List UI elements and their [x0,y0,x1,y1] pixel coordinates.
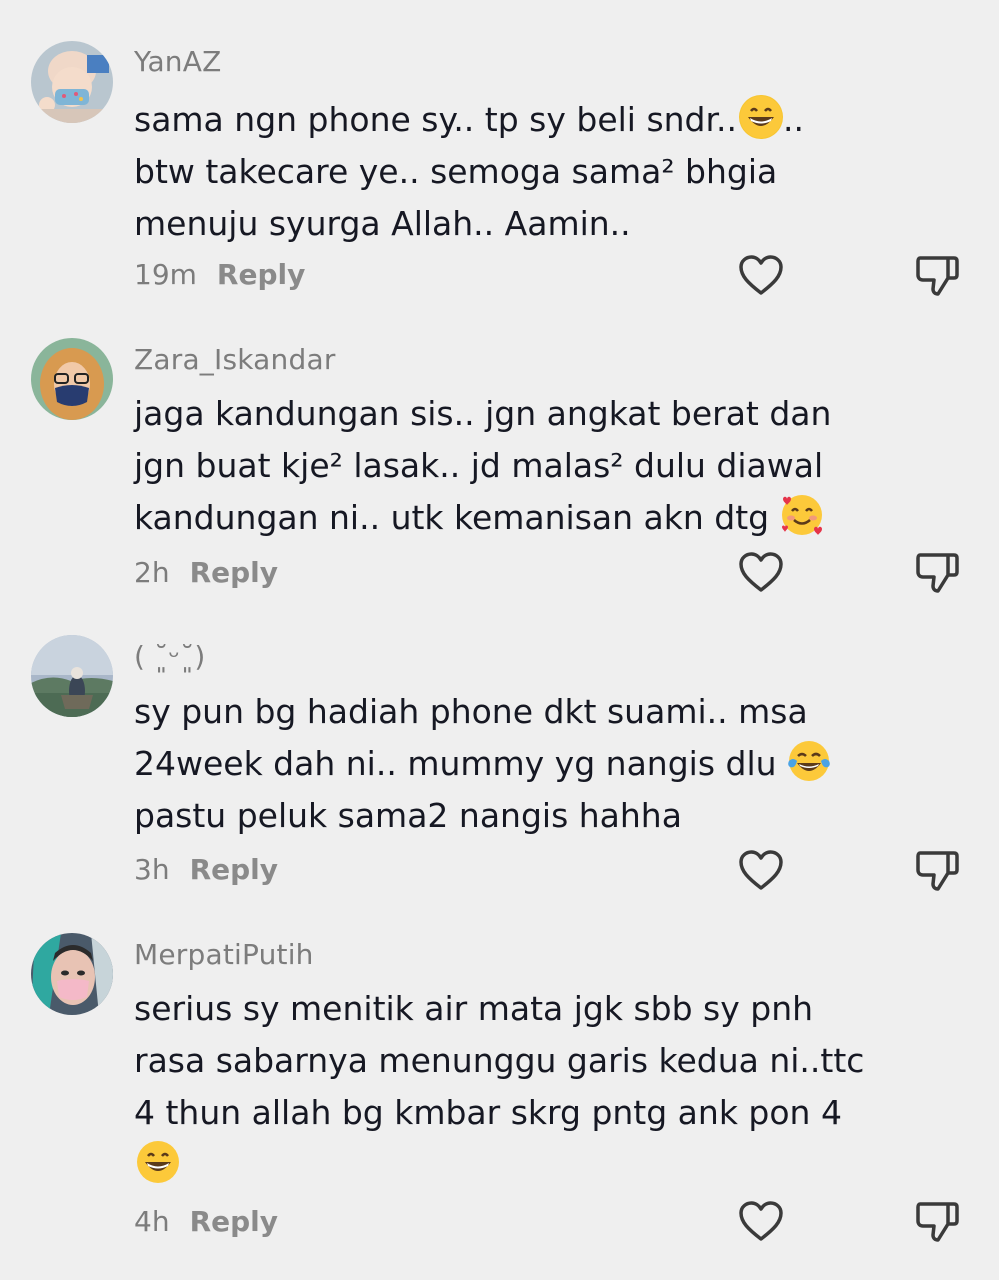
grinning-face-emoji [136,1140,180,1184]
comment-line-suffix: .. [783,100,805,139]
comment-line: jgn buat kje² lasak.. jd malas² dulu dia… [134,446,824,485]
comment-line: 24week dah ni.. mummy yg nangis dlu [134,744,788,783]
heart-outline-icon[interactable] [738,849,784,891]
comment-meta: 19m Reply [134,258,305,291]
username[interactable]: YanAZ [134,45,222,78]
thumbs-down-outline-icon[interactable] [914,252,960,298]
reply-button[interactable]: Reply [190,556,278,589]
comment-line: menuju syurga Allah.. Aamin.. [134,204,631,243]
avatar[interactable] [31,635,113,717]
comment-line: sy pun bg hadiah phone dkt suami.. msa [134,692,808,731]
timestamp: 4h [134,1205,170,1238]
comment-meta: 4h Reply [134,1205,278,1238]
comment-text: sama ngn phone sy.. tp sy beli sndr.. ..… [134,94,894,250]
heart-outline-icon[interactable] [738,551,784,593]
reply-button[interactable]: Reply [190,1205,278,1238]
comment-line: jaga kandungan sis.. jgn angkat berat da… [134,394,832,433]
comment-line: rasa sabarnya menunggu garis kedua ni..t… [134,1041,865,1080]
username[interactable]: Zara_Iskandar [134,343,336,376]
thumbs-down-outline-icon[interactable] [914,847,960,893]
comment-line: sama ngn phone sy.. tp sy beli sndr.. [134,100,738,139]
avatar[interactable] [31,933,113,1015]
comment-line: kandungan ni.. utk kemanisan akn dtg [134,498,780,537]
comment-text: jaga kandungan sis.. jgn angkat berat da… [134,388,894,544]
avatar[interactable] [31,41,113,123]
comment-line: 4 thun allah bg kmbar skrg pntg ank pon … [134,1093,842,1132]
reply-button[interactable]: Reply [217,258,305,291]
comment-line: btw takecare ye.. semoga sama² bhgia [134,152,778,191]
thumbs-down-outline-icon[interactable] [914,549,960,595]
reply-button[interactable]: Reply [190,853,278,886]
comment-line: pastu peluk sama2 nangis hahha [134,796,682,835]
username[interactable]: ( ˘͈ᵕ˘͈) [134,640,206,673]
timestamp: 19m [134,258,197,291]
timestamp: 3h [134,853,170,886]
comment-text: serius sy menitik air mata jgk sbb sy pn… [134,983,894,1191]
thumbs-down-outline-icon[interactable] [914,1198,960,1244]
comment-meta: 2h Reply [134,556,278,589]
heart-outline-icon[interactable] [738,1200,784,1242]
avatar[interactable] [31,338,113,420]
grinning-face-emoji [739,95,784,139]
face-with-tears-of-joy-emoji [787,739,831,783]
heart-outline-icon[interactable] [738,254,784,296]
smiling-face-with-hearts-emoji [780,493,824,537]
comment-meta: 3h Reply [134,853,278,886]
comment-text: sy pun bg hadiah phone dkt suami.. msa 2… [134,686,894,842]
timestamp: 2h [134,556,170,589]
username[interactable]: MerpatiPutih [134,938,314,971]
comment-line: serius sy menitik air mata jgk sbb sy pn… [134,989,814,1028]
